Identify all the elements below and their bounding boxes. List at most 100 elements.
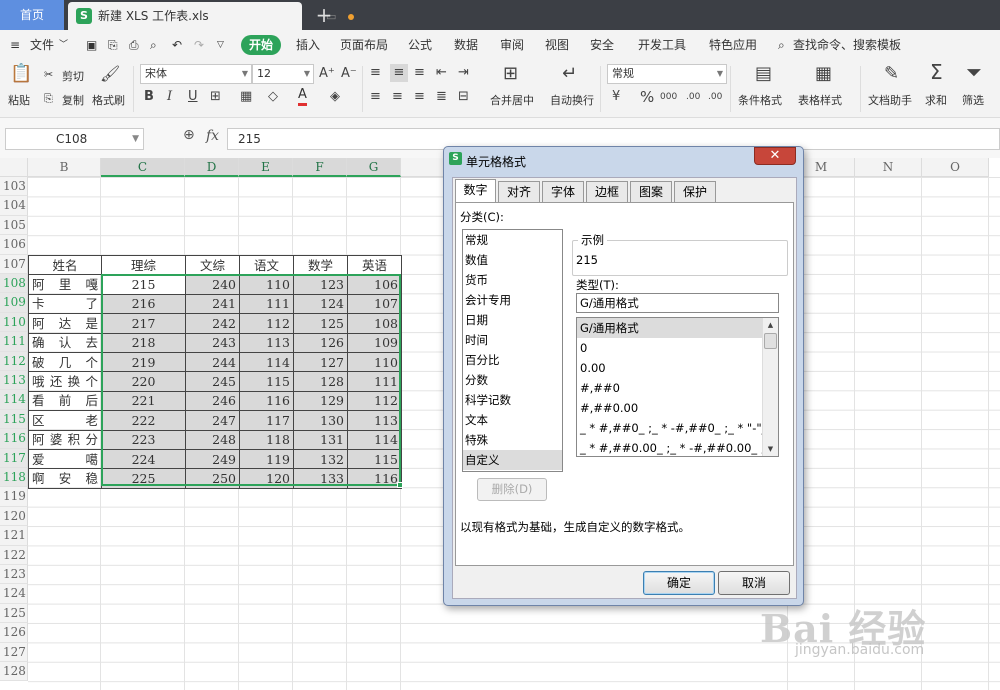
format-list-scrollbar[interactable]: ▲ ▼ <box>762 318 778 456</box>
align-middle-icon[interactable]: ≡ <box>390 64 408 82</box>
score-cell[interactable]: 129 <box>293 390 348 412</box>
name-cell[interactable]: 区老 <box>28 410 102 431</box>
copy-button[interactable]: 复制 <box>62 92 84 108</box>
category-item[interactable]: 常规 <box>463 230 562 250</box>
score-cell[interactable]: 244 <box>185 351 240 373</box>
menu-page-layout[interactable]: 页面布局 <box>340 30 388 60</box>
column-header-f[interactable]: F <box>293 158 347 177</box>
select-all-corner[interactable] <box>0 158 28 177</box>
tab-alignment[interactable]: 对齐 <box>498 181 540 202</box>
fill-grid-icon[interactable]: ▦ <box>240 88 252 106</box>
score-cell[interactable]: 243 <box>185 332 240 353</box>
scroll-down-icon[interactable]: ▼ <box>763 442 778 456</box>
menu-start[interactable]: 开始 <box>241 35 281 55</box>
wrap-icon[interactable]: ↵ <box>562 65 577 83</box>
score-cell[interactable]: 248 <box>185 429 240 450</box>
score-cell[interactable]: 242 <box>185 313 240 334</box>
score-cell[interactable]: 249 <box>185 448 240 470</box>
paste-icon[interactable]: 📋 <box>10 65 32 83</box>
tab-font[interactable]: 字体 <box>542 181 584 202</box>
table-style-button[interactable]: 表格样式 <box>798 92 842 108</box>
fill-handle[interactable] <box>397 482 403 488</box>
score-cell[interactable]: 114 <box>347 429 402 450</box>
cancel-button[interactable]: 取消 <box>718 571 790 595</box>
row-header-123[interactable]: 123 <box>0 565 28 585</box>
sum-icon[interactable]: Σ <box>930 62 943 82</box>
row-header-114[interactable]: 114 <box>0 390 28 410</box>
table-style-icon[interactable]: ▦ <box>815 65 832 83</box>
row-header-115[interactable]: 115 <box>0 409 28 430</box>
fx-icon[interactable]: fx <box>206 128 219 144</box>
tab-document[interactable]: S 新建 XLS 工作表.xls ▭ <box>68 2 354 30</box>
score-cell[interactable]: 223 <box>101 429 186 450</box>
merge-icon[interactable]: ⊞ <box>503 65 518 83</box>
new-tab-button[interactable]: + <box>312 2 336 28</box>
row-header-122[interactable]: 122 <box>0 545 28 565</box>
category-item[interactable]: 日期 <box>463 310 562 330</box>
row-header-126[interactable]: 126 <box>0 623 28 643</box>
column-header-n[interactable]: N <box>855 158 922 177</box>
score-cell[interactable]: 107 <box>347 293 402 315</box>
score-cell[interactable]: 110 <box>347 351 402 373</box>
category-item[interactable]: 货币 <box>463 270 562 290</box>
score-cell[interactable]: 130 <box>293 410 348 431</box>
score-cell[interactable]: 221 <box>101 390 186 412</box>
menu-review[interactable]: 审阅 <box>500 30 524 60</box>
sum-button[interactable]: 求和 <box>925 92 947 108</box>
paste-button[interactable]: 粘贴 <box>8 92 30 108</box>
column-header-g[interactable]: G <box>347 158 401 177</box>
tab-home[interactable]: 首页 <box>0 0 64 30</box>
category-item[interactable]: 特殊 <box>463 430 562 450</box>
decrease-font-icon[interactable]: A⁻ <box>341 65 357 83</box>
align-left-icon[interactable]: ≡ <box>370 88 381 106</box>
name-cell[interactable]: 看前后 <box>28 390 102 412</box>
menu-formula[interactable]: 公式 <box>408 30 432 60</box>
score-cell[interactable]: 116 <box>239 390 294 412</box>
table-header-cell[interactable]: 理综 <box>101 254 186 276</box>
row-header-112[interactable]: 112 <box>0 351 28 371</box>
align-center-icon[interactable]: ≡ <box>392 88 403 106</box>
column-header-c[interactable]: C <box>101 158 185 177</box>
row-header-104[interactable]: 104 <box>0 196 28 216</box>
filter-button[interactable]: 筛选 <box>962 92 984 108</box>
score-cell[interactable]: 120 <box>239 468 294 489</box>
tab-pattern[interactable]: 图案 <box>630 181 672 202</box>
row-header-117[interactable]: 117 <box>0 448 28 468</box>
save-icon[interactable]: ▣ <box>86 30 97 60</box>
score-cell[interactable]: 225 <box>101 468 186 489</box>
category-list[interactable]: 常规 数值 货币 会计专用 日期 时间 百分比 分数 科学记数 文本 特殊 自定义 <box>462 229 563 472</box>
redo-icon[interactable]: ↷ <box>194 30 204 60</box>
category-item[interactable]: 数值 <box>463 250 562 270</box>
score-cell[interactable]: 118 <box>239 429 294 450</box>
score-cell[interactable]: 108 <box>347 313 402 334</box>
scroll-thumb[interactable] <box>764 333 777 349</box>
score-cell[interactable]: 125 <box>293 313 348 334</box>
menu-security[interactable]: 安全 <box>590 30 614 60</box>
quick-access-dropdown-icon[interactable]: ▽ <box>217 30 224 60</box>
score-cell[interactable]: 241 <box>185 293 240 315</box>
name-cell[interactable]: 爱噶 <box>28 448 102 470</box>
row-header-121[interactable]: 121 <box>0 526 28 546</box>
ok-button[interactable]: 确定 <box>643 571 715 595</box>
name-cell[interactable]: 阿里嘎 <box>28 274 102 295</box>
score-cell[interactable]: 126 <box>293 332 348 353</box>
increase-decimal-button[interactable]: .00 <box>686 88 700 106</box>
close-button[interactable]: ✕ <box>754 147 796 165</box>
score-cell[interactable]: 113 <box>347 410 402 431</box>
fill-color-icon[interactable]: ◇ <box>268 88 278 106</box>
name-cell[interactable]: 确认去 <box>28 332 102 353</box>
distributed-icon[interactable]: ⊟ <box>458 88 469 106</box>
type-input[interactable]: G/通用格式 <box>576 293 779 313</box>
score-cell[interactable]: 115 <box>239 371 294 392</box>
increase-font-icon[interactable]: A⁺ <box>319 65 335 83</box>
score-cell[interactable]: 110 <box>239 274 294 295</box>
column-header-o[interactable]: O <box>922 158 989 177</box>
score-cell[interactable]: 112 <box>239 313 294 334</box>
format-code-item[interactable]: G/通用格式 <box>577 318 763 338</box>
row-header-109[interactable]: 109 <box>0 293 28 313</box>
score-table[interactable]: 姓名 理综 文综 语文 数学 英语 阿里嘎 215 240 110 123 106 卡了 216 241 11… <box>28 254 402 489</box>
score-cell[interactable]: 116 <box>347 468 402 489</box>
category-item[interactable]: 自定义 <box>463 450 562 470</box>
format-code-list[interactable]: G/通用格式 0 0.00 #,##0 #,##0.00 _ * #,##0_ ;_ * … <box>576 317 779 457</box>
name-cell[interactable]: 哦还换个 <box>28 371 102 392</box>
